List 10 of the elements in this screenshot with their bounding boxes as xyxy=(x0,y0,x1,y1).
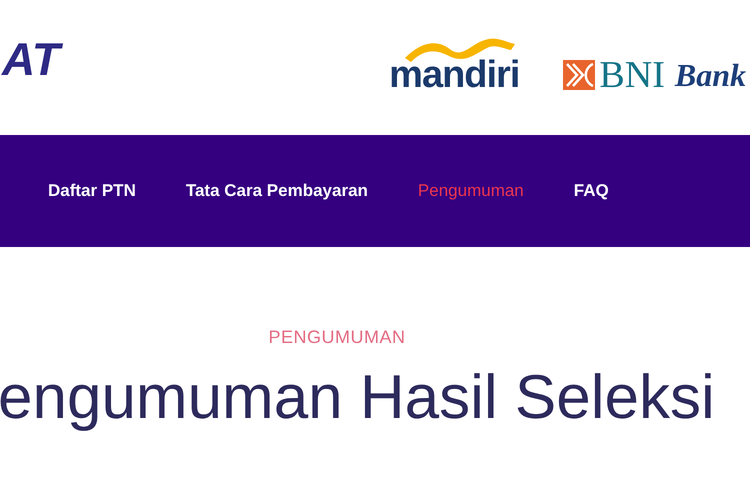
nav-link[interactable]: FAQ xyxy=(574,181,609,201)
partner-logo-text: mandiri xyxy=(389,56,520,94)
bank-mark-icon xyxy=(563,60,596,90)
partner-logo-text: BNI xyxy=(599,56,665,94)
partner-logo-tagline: Bank xyxy=(674,59,746,91)
nav-link[interactable]: Tata Cara Pembayaran xyxy=(186,181,368,201)
page-heading: engumuman Hasil Seleksi xyxy=(0,362,716,433)
section-label: PENGUMUMAN xyxy=(267,327,406,348)
nav-link[interactable]: Daftar PTN xyxy=(48,181,136,201)
site-logo[interactable]: AT xyxy=(0,32,70,88)
